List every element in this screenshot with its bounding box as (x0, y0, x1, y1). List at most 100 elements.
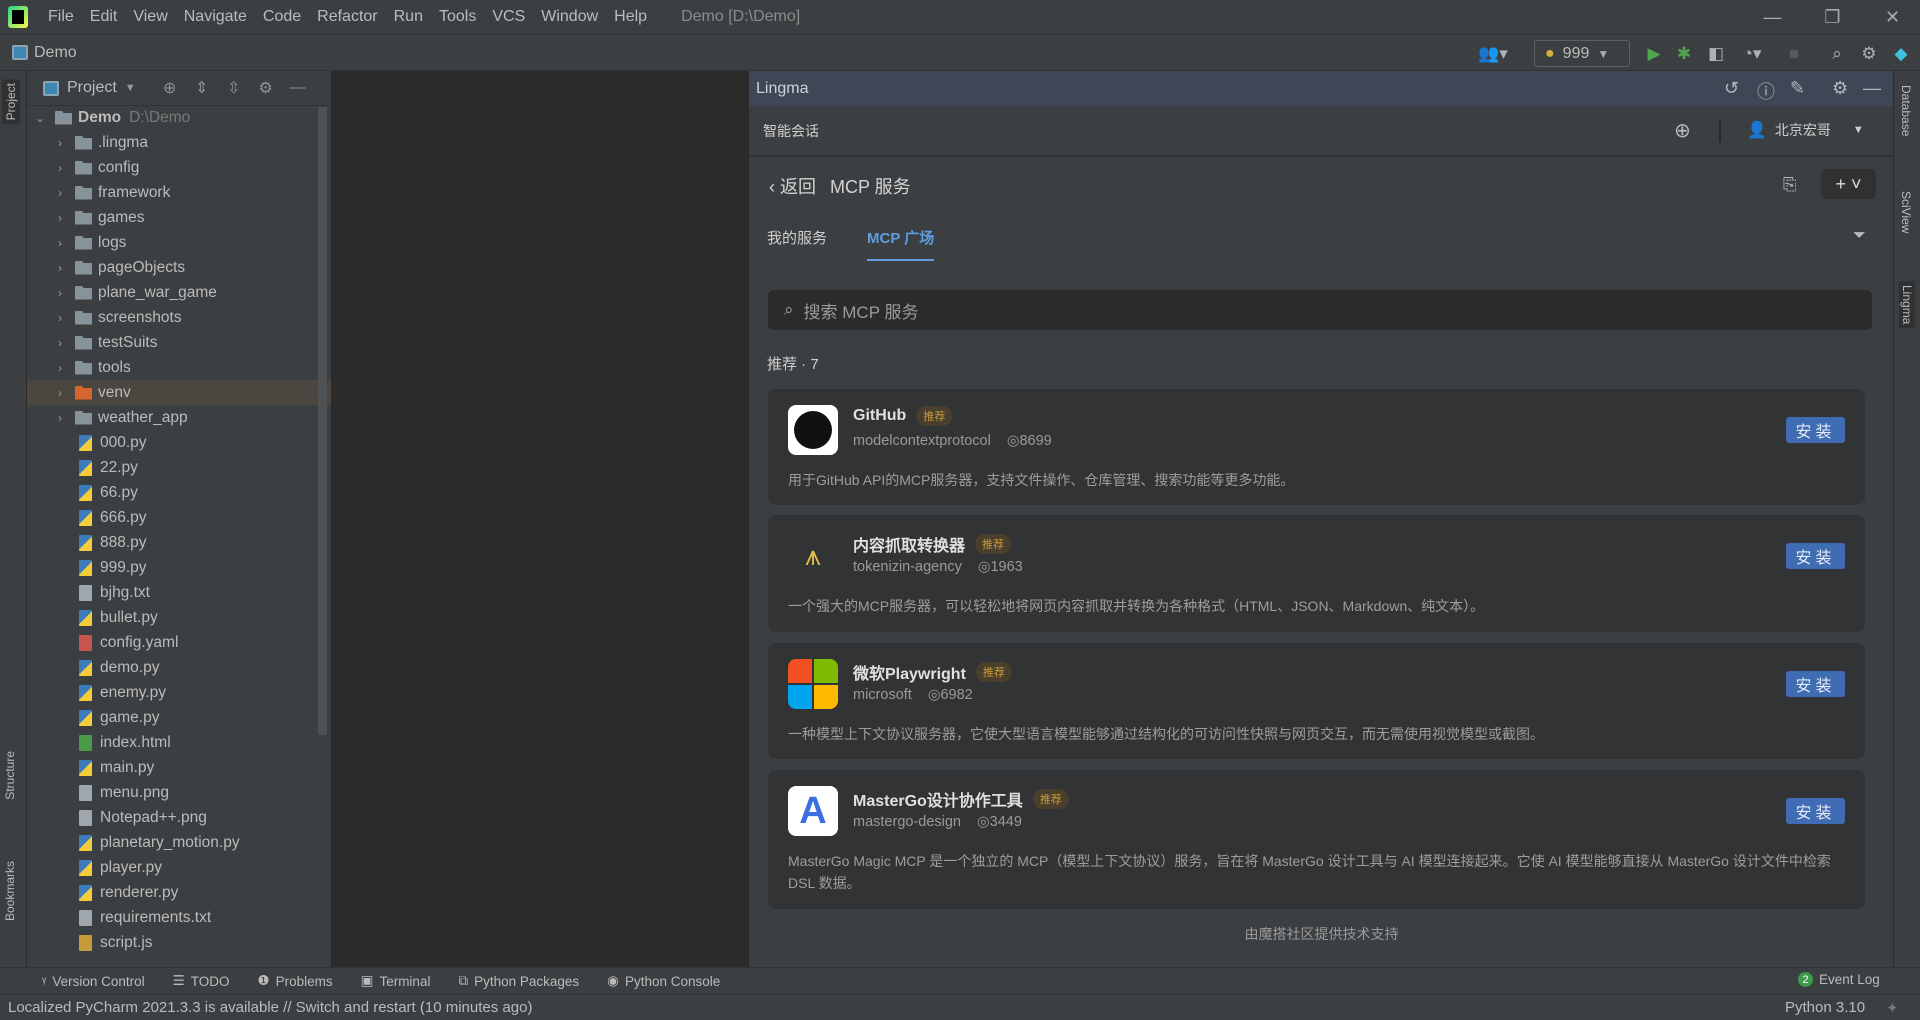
coverage-icon[interactable]: ◧ (1704, 42, 1728, 66)
vcs-user-icon[interactable]: 👥▾ (1476, 42, 1510, 66)
run-config-select[interactable]: ● 999 ▼ (1534, 40, 1630, 67)
tree-item[interactable]: › pageObjects (27, 255, 331, 280)
tree-item[interactable]: › games (27, 205, 331, 230)
user-menu[interactable]: 👤 北京宏哥 ▼ (1747, 120, 1864, 140)
chevron-right-icon[interactable]: › (53, 336, 67, 350)
chevron-right-icon[interactable]: › (53, 361, 67, 375)
tree-item[interactable]: › weather_app (27, 405, 331, 430)
search-icon[interactable]: ⌕ (1824, 42, 1850, 66)
tree-item[interactable]: › testSuits (27, 330, 331, 355)
tree-item[interactable]: config.yaml (27, 630, 331, 655)
menu-edit[interactable]: Edit (82, 8, 126, 26)
menu-help[interactable]: Help (606, 8, 655, 26)
close-button[interactable]: ✕ (1865, 0, 1920, 35)
tree-item[interactable]: requirements.txt (27, 905, 331, 930)
tree-item[interactable]: 22.py (27, 455, 331, 480)
tree-item[interactable]: › plane_war_game (27, 280, 331, 305)
stripe-tab-structure[interactable]: Structure (3, 751, 17, 800)
tree-item[interactable]: › venv (27, 380, 331, 405)
tree-item[interactable]: Notepad++.png (27, 805, 331, 830)
tree-item[interactable]: bjhg.txt (27, 580, 331, 605)
tool-problems[interactable]: ❶ Problems (258, 973, 333, 989)
new-chat-icon[interactable]: ⊕ (1674, 118, 1691, 143)
collapse-all-icon[interactable]: ⇳ (222, 78, 246, 98)
menu-window[interactable]: Window (533, 8, 606, 26)
chevron-down-icon[interactable]: ⌄ (33, 111, 47, 125)
filter-icon[interactable]: ⏷ (1853, 227, 1866, 245)
tree-item[interactable]: game.py (27, 705, 331, 730)
tab-mcp-market[interactable]: MCP 广场 (867, 227, 935, 261)
chevron-right-icon[interactable]: › (53, 211, 67, 225)
gear-icon[interactable]: ⚙ (254, 78, 278, 98)
tree-item[interactable]: menu.png (27, 780, 331, 805)
menu-file[interactable]: File (40, 8, 82, 26)
run-icon[interactable]: ▶ (1642, 42, 1666, 66)
tree-item[interactable]: 999.py (27, 555, 331, 580)
restore-button[interactable]: ❐ (1805, 0, 1860, 35)
stripe-tab-bookmarks[interactable]: Bookmarks (3, 861, 17, 921)
chevron-right-icon[interactable]: › (53, 386, 67, 400)
install-button[interactable]: 安装 (1786, 543, 1845, 569)
edit-icon[interactable]: ✎ (1790, 78, 1805, 99)
minimize-panel-icon[interactable]: — (1863, 78, 1881, 99)
service-name[interactable]: MasterGo设计协作工具 (853, 787, 1023, 811)
menu-vcs[interactable]: VCS (484, 8, 533, 26)
tree-item[interactable]: planetary_motion.py (27, 830, 331, 855)
stripe-tab-sciview[interactable]: SciView (1899, 191, 1913, 233)
menu-code[interactable]: Code (255, 8, 309, 26)
tool-todo[interactable]: ☰ TODO (173, 973, 230, 989)
menu-run[interactable]: Run (386, 8, 431, 26)
add-service-button[interactable]: + ˅ (1821, 169, 1876, 199)
history-icon[interactable]: ↺ (1724, 78, 1739, 99)
expand-all-icon[interactable]: ⇕ (190, 78, 214, 98)
chevron-down-icon[interactable]: ▼ (125, 82, 136, 94)
chevron-right-icon[interactable]: › (53, 261, 67, 275)
tree-item[interactable]: › logs (27, 230, 331, 255)
search-input[interactable]: ⌕ 搜索 MCP 服务 (768, 290, 1872, 330)
minimize-button[interactable]: — (1745, 0, 1800, 35)
status-message[interactable]: Localized PyCharm 2021.3.3 is available … (8, 999, 532, 1016)
code-with-me-icon[interactable]: ◆ (1888, 42, 1914, 66)
install-button[interactable]: 安装 (1786, 798, 1845, 824)
stripe-tab-lingma[interactable]: Lingma (1899, 281, 1915, 329)
chevron-right-icon[interactable]: › (53, 411, 67, 425)
chevron-right-icon[interactable]: › (53, 136, 67, 150)
gear-icon[interactable]: ⚙ (1832, 78, 1848, 99)
menu-view[interactable]: View (125, 8, 175, 26)
debug-icon[interactable]: ✱ (1672, 42, 1696, 66)
lingma-status-icon[interactable]: ✦ (1886, 999, 1899, 1017)
tree-item[interactable]: enemy.py (27, 680, 331, 705)
service-name[interactable]: 微软Playwright (853, 660, 966, 684)
chevron-right-icon[interactable]: › (53, 186, 67, 200)
back-button[interactable]: ‹ 返回 (769, 173, 816, 199)
tab-my-services[interactable]: 我的服务 (767, 227, 827, 261)
chevron-right-icon[interactable]: › (53, 286, 67, 300)
tree-item[interactable]: 666.py (27, 505, 331, 530)
tree-item[interactable]: index.html (27, 730, 331, 755)
tree-item[interactable]: 000.py (27, 430, 331, 455)
stripe-tab-database[interactable]: Database (1899, 85, 1913, 136)
hide-icon[interactable]: — (286, 79, 310, 97)
tree-item[interactable]: 66.py (27, 480, 331, 505)
tree-item[interactable]: 888.py (27, 530, 331, 555)
tree-item[interactable]: renderer.py (27, 880, 331, 905)
menu-refactor[interactable]: Refactor (309, 8, 385, 26)
chevron-right-icon[interactable]: › (53, 161, 67, 175)
profile-icon[interactable]: ◔▾ (1734, 42, 1770, 66)
interpreter-selector[interactable]: Python 3.10 (1785, 999, 1865, 1016)
breadcrumb-project[interactable]: Demo (34, 44, 77, 62)
tree-item[interactable]: demo.py (27, 655, 331, 680)
project-view-select[interactable]: Project (67, 79, 117, 97)
tree-item[interactable]: › config (27, 155, 331, 180)
project-scrollbar[interactable] (318, 107, 327, 735)
tool-python-console[interactable]: ◉ Python Console (607, 973, 720, 989)
service-name[interactable]: 内容抓取转换器 (853, 532, 965, 556)
install-button[interactable]: 安装 (1786, 417, 1845, 443)
tool-version-control[interactable]: ᵞ Version Control (42, 974, 145, 989)
menu-navigate[interactable]: Navigate (176, 8, 255, 26)
tree-item[interactable]: bullet.py (27, 605, 331, 630)
tool-terminal[interactable]: ▣ Terminal (361, 973, 431, 989)
stripe-tab-project[interactable]: Project (2, 79, 20, 125)
tree-item[interactable]: › screenshots (27, 305, 331, 330)
settings-gear-icon[interactable]: ⚙ (1856, 42, 1882, 66)
